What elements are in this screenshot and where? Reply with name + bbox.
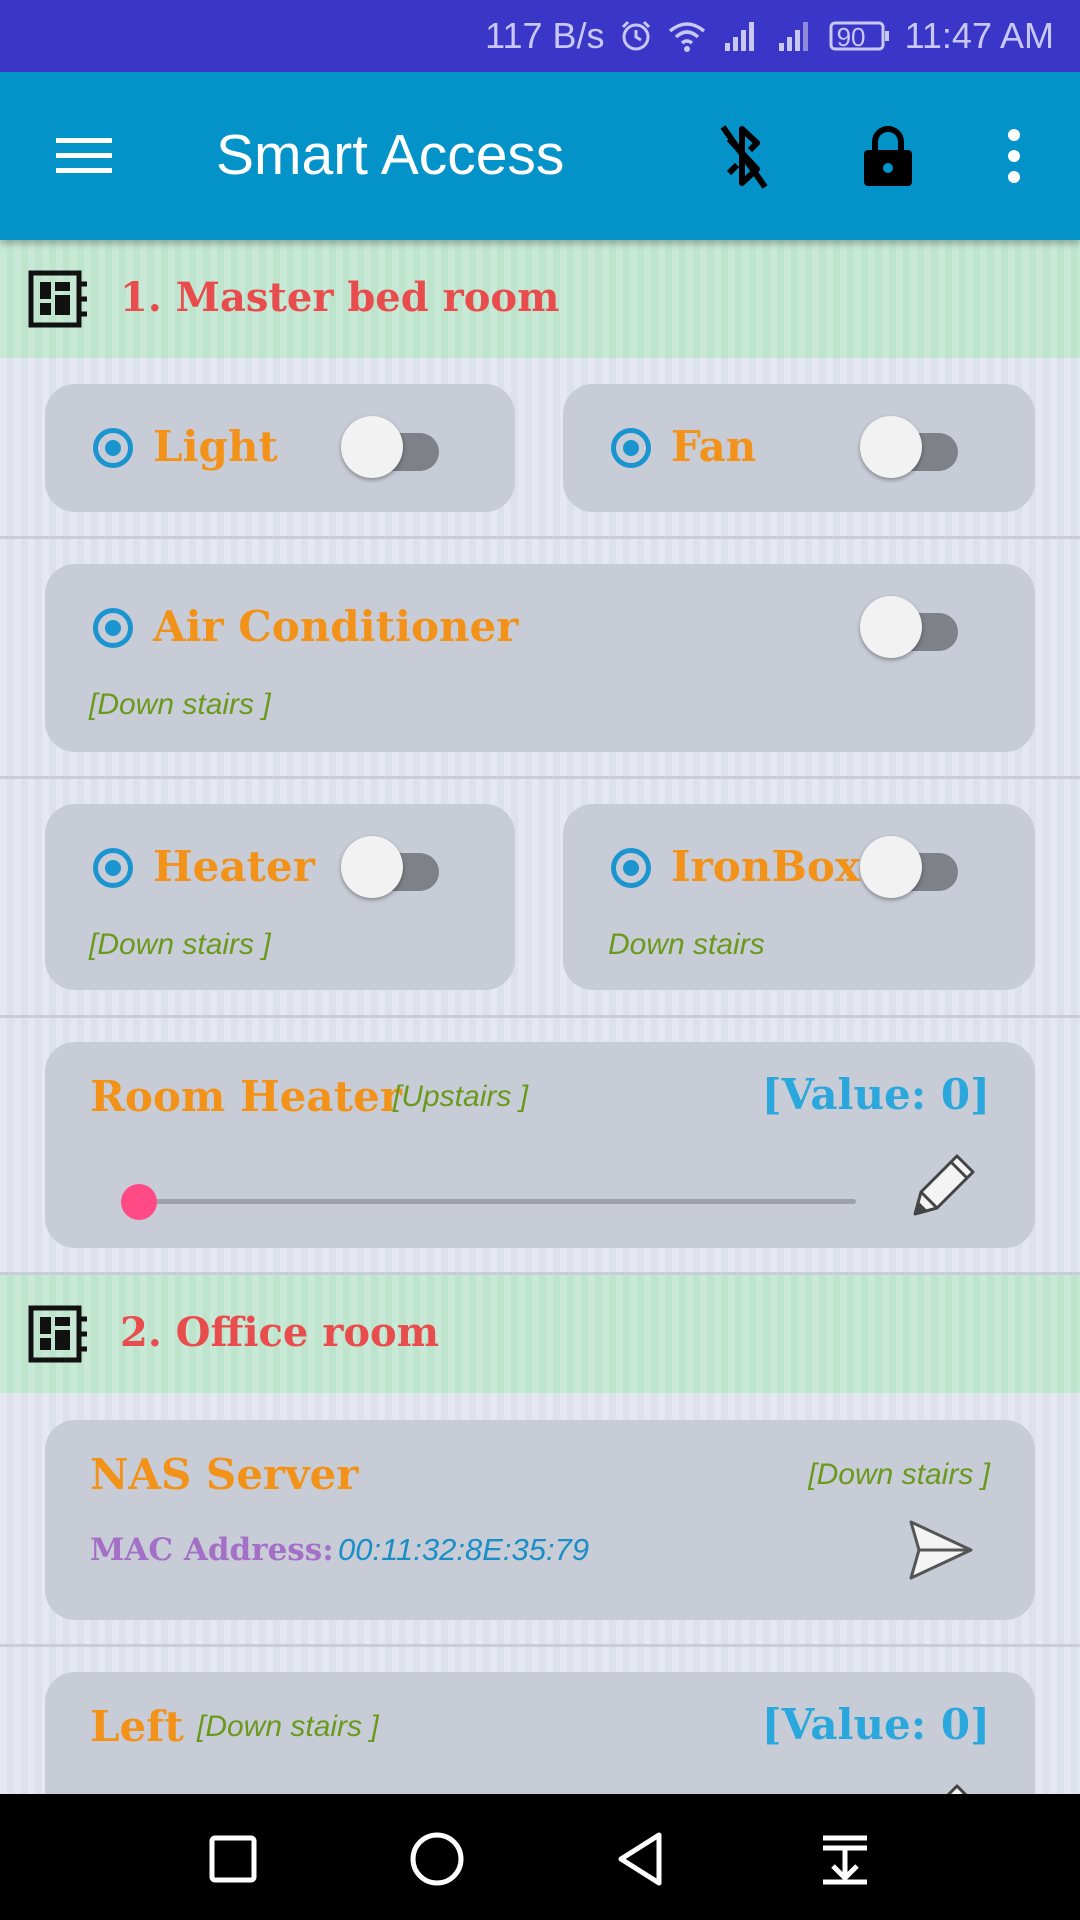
- battery-icon: 90: [829, 20, 891, 52]
- divider: [0, 536, 1080, 539]
- device-list[interactable]: 1. Master bed room Light Fan Air Conditi…: [0, 240, 1080, 1794]
- divider: [0, 1644, 1080, 1647]
- back-triangle-icon[interactable]: [606, 1824, 676, 1894]
- device-card-ironbox: IronBox Down stairs: [563, 804, 1035, 990]
- device-name: Light: [153, 422, 278, 471]
- device-card-room-heater: Room Heater [Upstairs ] [Value: 0]: [45, 1042, 1035, 1248]
- device-name: Air Conditioner: [153, 602, 519, 651]
- device-status-indicator: [93, 848, 133, 888]
- slider-value: [Value: 0]: [761, 1070, 990, 1119]
- device-location: [Down stairs ]: [89, 928, 271, 961]
- device-status-indicator: [611, 848, 651, 888]
- device-name: Fan: [671, 422, 757, 471]
- device-name: Left: [90, 1702, 184, 1751]
- recents-square-icon[interactable]: [198, 1824, 268, 1894]
- clock: 11:47 AM: [904, 15, 1054, 56]
- lock-icon[interactable]: [848, 116, 928, 196]
- device-card-light: Light: [45, 384, 515, 512]
- ironbox-toggle[interactable]: [860, 836, 960, 900]
- device-location: Down stairs: [608, 928, 765, 961]
- device-location: [Down stairs ]: [197, 1710, 379, 1743]
- fan-toggle[interactable]: [860, 416, 960, 480]
- device-location: [Down stairs ]: [808, 1458, 990, 1491]
- device-card-air-conditioner: Air Conditioner [Down stairs ]: [45, 564, 1035, 752]
- device-location: [Down stairs ]: [89, 688, 271, 721]
- alarm-icon: [619, 19, 653, 53]
- status-bar: 117 B/s 90 11:47 AM: [0, 0, 1080, 72]
- divider: [0, 776, 1080, 779]
- bluetooth-off-icon[interactable]: [703, 116, 783, 196]
- device-card-fan: Fan: [563, 384, 1035, 512]
- device-status-indicator: [93, 608, 133, 648]
- room-heater-slider[interactable]: [121, 1182, 891, 1222]
- mac-address-value: 00:11:32:8E:35:79: [338, 1532, 590, 1567]
- mac-address-label: MAC Address:: [90, 1532, 334, 1568]
- device-name: NAS Server: [90, 1450, 359, 1499]
- device-card-heater: Heater [Down stairs ]: [45, 804, 515, 990]
- navigation-bar: [0, 1794, 1080, 1920]
- slider-thumb[interactable]: [121, 1184, 157, 1220]
- more-vert-icon[interactable]: [974, 116, 1054, 196]
- divider: [0, 1015, 1080, 1018]
- device-location: [Upstairs ]: [393, 1080, 529, 1113]
- air-conditioner-toggle[interactable]: [860, 596, 960, 660]
- section-title: 2. Office room: [120, 1309, 440, 1356]
- app-bar: Smart Access: [0, 72, 1080, 240]
- device-status-indicator: [93, 428, 133, 468]
- section-header-master-bed-room: 1. Master bed room: [0, 240, 1080, 358]
- edit-icon[interactable]: [905, 1778, 981, 1794]
- device-name: IronBox: [671, 842, 860, 891]
- slider-value: [Value: 0]: [761, 1700, 990, 1749]
- wifi-icon: [667, 19, 707, 53]
- app-title: Smart Access: [216, 123, 565, 187]
- section-header-office-room: 2. Office room: [0, 1275, 1080, 1393]
- slider-track: [131, 1199, 856, 1204]
- section-title: 1. Master bed room: [120, 274, 560, 321]
- send-icon[interactable]: [905, 1516, 977, 1584]
- menu-icon[interactable]: [44, 116, 124, 196]
- light-toggle[interactable]: [341, 416, 441, 480]
- notification-pull-icon[interactable]: [810, 1824, 880, 1894]
- dashboard-icon: [28, 1305, 90, 1368]
- edit-icon[interactable]: [905, 1148, 981, 1224]
- device-name: Heater: [153, 842, 315, 891]
- device-card-nas-server: NAS Server [Down stairs ] MAC Address: 0…: [45, 1420, 1035, 1620]
- battery-level: 90: [836, 22, 866, 52]
- signal-icon: [775, 19, 815, 53]
- device-card-left: Left [Down stairs ] [Value: 0]: [45, 1672, 1035, 1794]
- signal-icon: [721, 19, 761, 53]
- home-circle-icon[interactable]: [402, 1824, 472, 1894]
- dashboard-icon: [28, 270, 90, 333]
- device-status-indicator: [611, 428, 651, 468]
- device-name: Room Heater: [90, 1072, 402, 1121]
- heater-toggle[interactable]: [341, 836, 441, 900]
- net-speed: 117 B/s: [485, 15, 605, 56]
